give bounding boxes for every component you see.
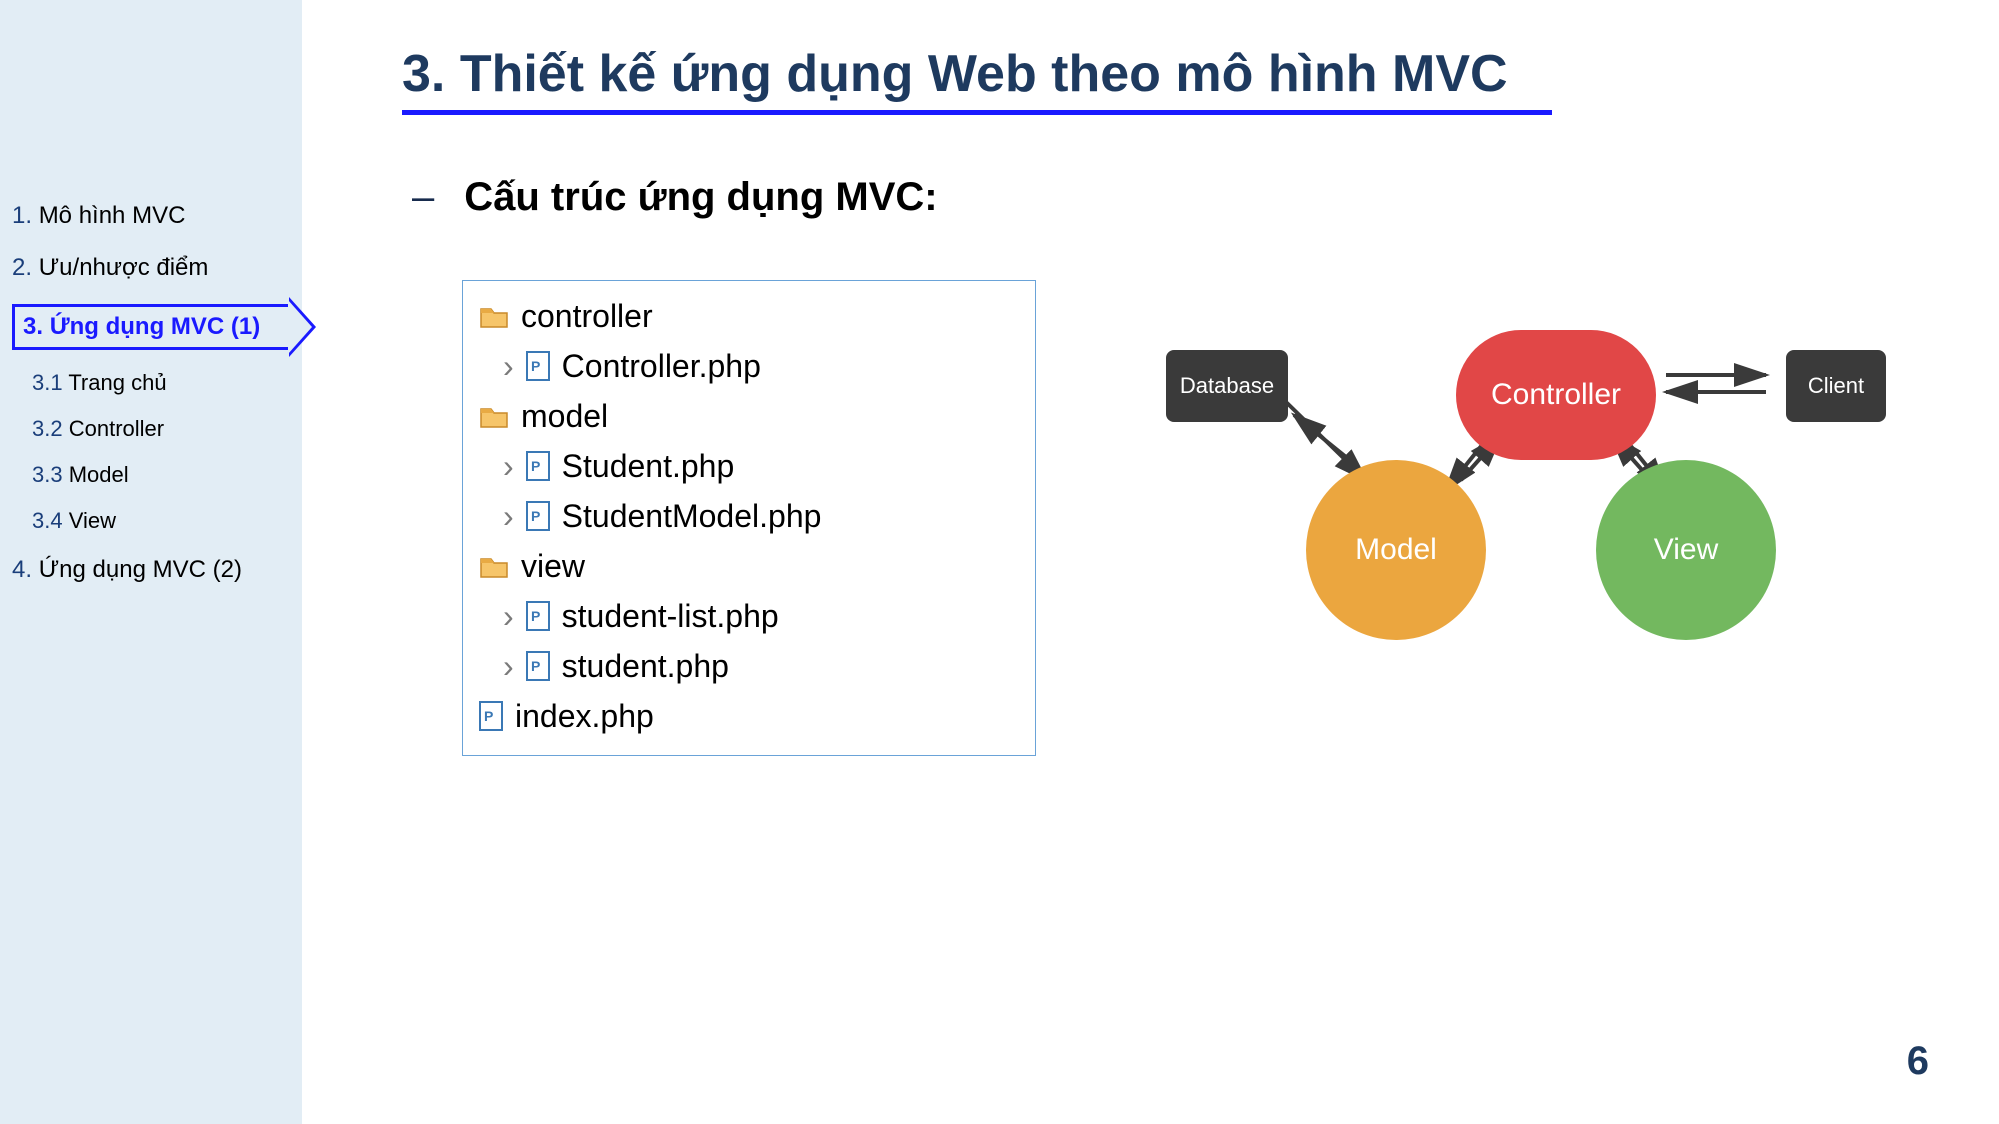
file-controller-php[interactable]: › P Controller.php: [479, 341, 1019, 391]
nav-sub-32[interactable]: 3.2 Controller: [0, 406, 302, 452]
folder-model[interactable]: model: [479, 391, 1019, 441]
nav-item-3-active[interactable]: 3. Ứng dụng MVC (1): [0, 294, 302, 360]
chevron-right-icon: ›: [503, 348, 514, 385]
mvc-diagram: Database Controller Client Model View: [1166, 330, 1886, 670]
svg-text:P: P: [531, 658, 540, 674]
chevron-right-icon: ›: [503, 598, 514, 635]
svg-text:P: P: [531, 358, 540, 374]
nav-item-1[interactable]: 1. Mô hình MVC: [0, 190, 302, 242]
file-student-php[interactable]: › P Student.php: [479, 441, 1019, 491]
title-underline: [402, 110, 1552, 115]
nav-item-4[interactable]: 4. Ứng dụng MVC (2): [0, 544, 302, 596]
file-student-php-view[interactable]: › P student.php: [479, 641, 1019, 691]
php-file-icon: P: [526, 651, 550, 681]
svg-text:P: P: [484, 708, 493, 724]
folder-icon: [479, 553, 509, 579]
php-file-icon: P: [526, 351, 550, 381]
file-student-list-php[interactable]: › P student-list.php: [479, 591, 1019, 641]
folder-view[interactable]: view: [479, 541, 1019, 591]
nav-item-2[interactable]: 2. Ưu/nhược điểm: [0, 242, 302, 294]
content: 3. Thiết kế ứng dụng Web theo mô hình MV…: [302, 0, 1999, 1124]
php-file-icon: P: [526, 451, 550, 481]
svg-text:P: P: [531, 508, 540, 524]
file-index-php[interactable]: P index.php: [479, 691, 1019, 741]
diagram-client-box: Client: [1786, 350, 1886, 422]
chevron-right-icon: ›: [503, 648, 514, 685]
diagram-controller-circle: Controller: [1456, 330, 1656, 460]
folder-controller[interactable]: controller: [479, 291, 1019, 341]
diagram-view-circle: View: [1596, 460, 1776, 640]
subtitle: – Cấu trúc ứng dụng MVC:: [402, 175, 1889, 220]
svg-text:P: P: [531, 608, 540, 624]
php-file-icon: P: [526, 601, 550, 631]
nav-sub-31[interactable]: 3.1 Trang chủ: [0, 360, 302, 406]
svg-text:P: P: [531, 458, 540, 474]
php-file-icon: P: [526, 501, 550, 531]
chevron-right-icon: ›: [503, 448, 514, 485]
file-studentmodel-php[interactable]: › P StudentModel.php: [479, 491, 1019, 541]
page-title: 3. Thiết kế ứng dụng Web theo mô hình MV…: [402, 44, 1889, 104]
diagram-model-circle: Model: [1306, 460, 1486, 640]
file-tree: controller › P Controller.php model ›: [462, 280, 1036, 756]
nav-sub-33[interactable]: 3.3 Model: [0, 452, 302, 498]
folder-icon: [479, 403, 509, 429]
folder-icon: [479, 303, 509, 329]
php-file-icon: P: [479, 701, 503, 731]
nav-sub-34[interactable]: 3.4 View: [0, 498, 302, 544]
page-number: 6: [1907, 1039, 1929, 1084]
diagram-database-box: Database: [1166, 350, 1288, 422]
sidebar: 1. Mô hình MVC 2. Ưu/nhược điểm 3. Ứng d…: [0, 0, 302, 1124]
chevron-right-icon: ›: [503, 498, 514, 535]
